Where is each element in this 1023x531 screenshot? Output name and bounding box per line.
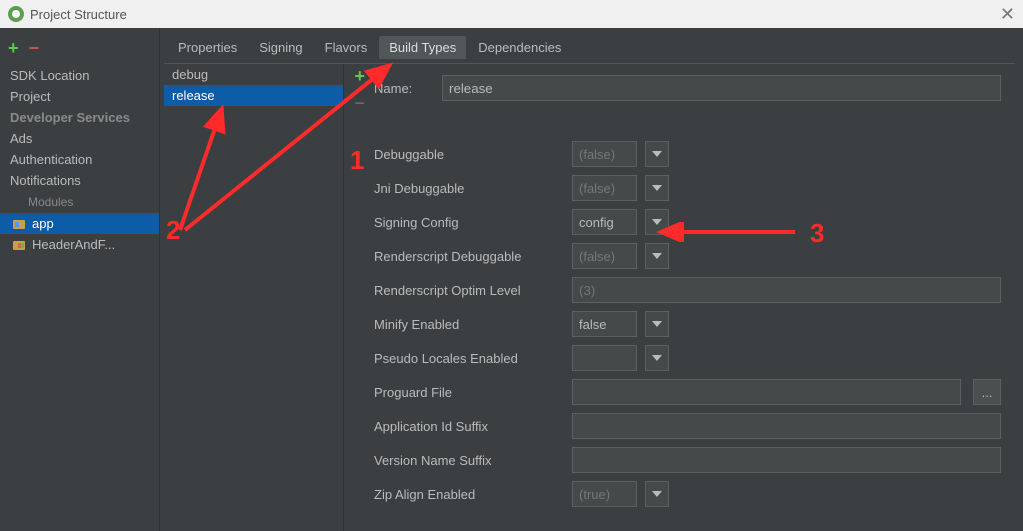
module-label: HeaderAndF... bbox=[32, 237, 115, 252]
browse-button[interactable]: ... bbox=[973, 379, 1001, 405]
field-label: Application Id Suffix bbox=[374, 419, 564, 434]
module-icon bbox=[12, 238, 26, 252]
window-title: Project Structure bbox=[30, 7, 127, 22]
field-label: Renderscript Optim Level bbox=[374, 283, 564, 298]
chevron-down-icon[interactable] bbox=[645, 175, 669, 201]
add-build-type-button[interactable]: + bbox=[354, 66, 365, 87]
combo-value: (false) bbox=[579, 249, 615, 264]
sidebar-item-notifications[interactable]: Notifications bbox=[0, 170, 159, 191]
chevron-down-icon[interactable] bbox=[645, 243, 669, 269]
module-icon bbox=[12, 217, 26, 231]
field-label: Minify Enabled bbox=[374, 317, 564, 332]
sidebar-heading-developer-services: Developer Services bbox=[0, 107, 159, 128]
application-id-suffix-input[interactable] bbox=[572, 413, 1001, 439]
tabs-bar: Properties Signing Flavors Build Types D… bbox=[160, 28, 1023, 59]
combo-value: (false) bbox=[579, 147, 615, 162]
sidebar-module-header[interactable]: HeaderAndF... bbox=[0, 234, 159, 255]
chevron-down-icon[interactable] bbox=[645, 345, 669, 371]
field-label: Jni Debuggable bbox=[374, 181, 564, 196]
tab-build-types[interactable]: Build Types bbox=[379, 36, 466, 59]
combo-value: config bbox=[579, 215, 614, 230]
left-panel: + − SDK Location Project Developer Servi… bbox=[0, 28, 160, 531]
debuggable-combo[interactable]: (false) bbox=[572, 141, 637, 167]
field-label: Proguard File bbox=[374, 385, 564, 400]
jni-debuggable-combo[interactable]: (false) bbox=[572, 175, 637, 201]
build-types-list: debug release + − bbox=[164, 64, 344, 531]
zip-align-enabled-combo[interactable]: (true) bbox=[572, 481, 637, 507]
tab-properties[interactable]: Properties bbox=[168, 36, 247, 59]
field-label: Pseudo Locales Enabled bbox=[374, 351, 564, 366]
field-label: Renderscript Debuggable bbox=[374, 249, 564, 264]
chevron-down-icon[interactable] bbox=[645, 141, 669, 167]
renderscript-optim-level-input[interactable] bbox=[572, 277, 1001, 303]
build-type-debug[interactable]: debug bbox=[164, 64, 343, 85]
chevron-down-icon[interactable] bbox=[645, 209, 669, 235]
build-type-form: Name: Debuggable (false) Jni Debuggable (fa… bbox=[344, 64, 1015, 531]
combo-value: (true) bbox=[579, 487, 610, 502]
chevron-down-icon[interactable] bbox=[645, 481, 669, 507]
sidebar-item-authentication[interactable]: Authentication bbox=[0, 149, 159, 170]
name-label: Name: bbox=[374, 81, 434, 96]
remove-build-type-button[interactable]: − bbox=[354, 93, 365, 114]
sidebar-item-sdk-location[interactable]: SDK Location bbox=[0, 65, 159, 86]
remove-module-button[interactable]: − bbox=[29, 38, 40, 59]
close-icon[interactable]: ✕ bbox=[1000, 4, 1015, 25]
renderscript-debuggable-combo[interactable]: (false) bbox=[572, 243, 637, 269]
sidebar-item-ads[interactable]: Ads bbox=[0, 128, 159, 149]
chevron-down-icon[interactable] bbox=[645, 311, 669, 337]
pseudo-locales-enabled-combo[interactable] bbox=[572, 345, 637, 371]
version-name-suffix-input[interactable] bbox=[572, 447, 1001, 473]
field-label: Version Name Suffix bbox=[374, 453, 564, 468]
app-icon bbox=[8, 6, 24, 22]
tab-flavors[interactable]: Flavors bbox=[315, 36, 378, 59]
sidebar-item-project[interactable]: Project bbox=[0, 86, 159, 107]
combo-value: false bbox=[579, 317, 606, 332]
add-module-button[interactable]: + bbox=[8, 38, 19, 59]
tab-dependencies[interactable]: Dependencies bbox=[468, 36, 571, 59]
sidebar-module-app[interactable]: app bbox=[0, 213, 159, 234]
proguard-file-input[interactable] bbox=[572, 379, 961, 405]
field-label: Debuggable bbox=[374, 147, 564, 162]
build-type-release[interactable]: release bbox=[164, 85, 343, 106]
sidebar-heading-modules: Modules bbox=[0, 191, 159, 213]
title-bar: Project Structure ✕ bbox=[0, 0, 1023, 28]
field-label: Zip Align Enabled bbox=[374, 487, 564, 502]
name-input[interactable] bbox=[442, 75, 1001, 101]
minify-enabled-combo[interactable]: false bbox=[572, 311, 637, 337]
field-label: Signing Config bbox=[374, 215, 564, 230]
signing-config-combo[interactable]: config bbox=[572, 209, 637, 235]
module-label: app bbox=[32, 216, 54, 231]
combo-value: (false) bbox=[579, 181, 615, 196]
tab-signing[interactable]: Signing bbox=[249, 36, 312, 59]
